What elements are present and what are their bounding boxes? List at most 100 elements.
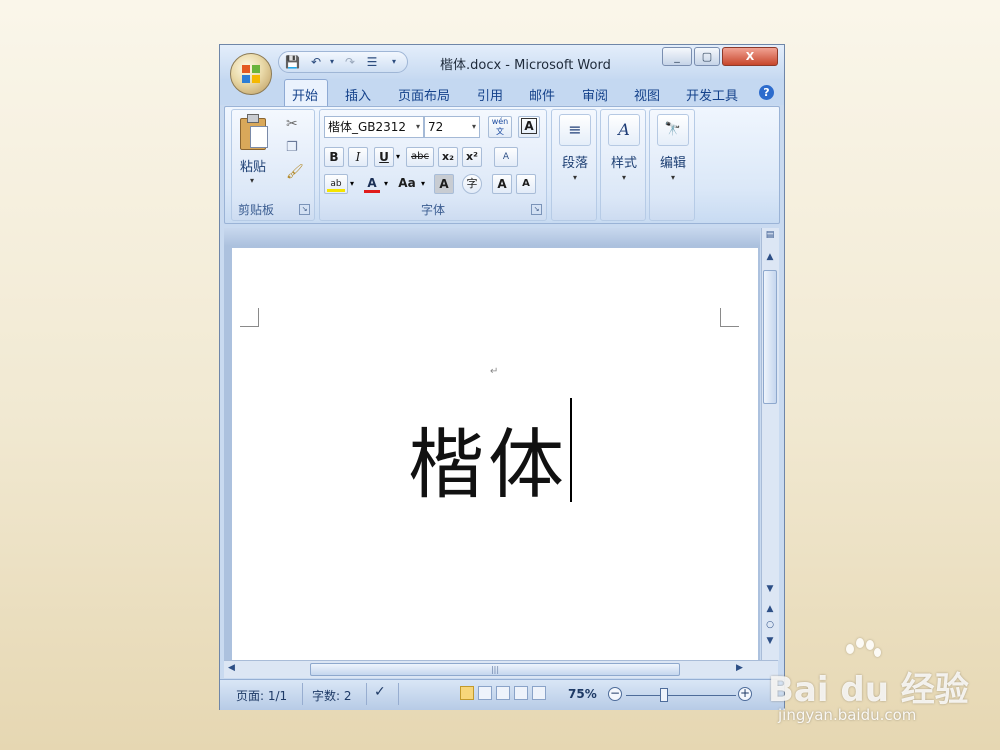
zoom-slider-track[interactable] bbox=[626, 695, 736, 696]
paragraph-label: 段落 bbox=[561, 156, 588, 171]
scroll-down-icon[interactable]: ▼ bbox=[764, 584, 776, 594]
font-size-dropdown-icon[interactable]: ▾ bbox=[472, 117, 476, 137]
tab-references[interactable]: 引用 bbox=[477, 85, 503, 104]
maximize-button[interactable]: ▢ bbox=[694, 47, 720, 66]
document-page[interactable]: ↵ 楷体 bbox=[232, 248, 758, 660]
vertical-scroll-thumb[interactable] bbox=[763, 270, 777, 404]
zoom-slider-thumb[interactable] bbox=[660, 688, 668, 702]
tab-home[interactable]: 开始 bbox=[292, 85, 318, 104]
horizontal-scroll-thumb[interactable]: ||| bbox=[310, 663, 680, 676]
scroll-left-icon[interactable]: ◀ bbox=[228, 663, 235, 673]
highlight-dropdown-icon[interactable]: ▾ bbox=[350, 179, 354, 188]
font-group: 楷体_GB2312 ▾ 72 ▾ wén 文 A B I U ▾ abc x₂ … bbox=[319, 109, 547, 221]
styles-dropdown-icon: ▾ bbox=[621, 173, 626, 182]
customize-qat-icon[interactable]: ▾ bbox=[387, 55, 401, 69]
format-painter-icon[interactable]: 🖌 bbox=[286, 164, 304, 180]
clipboard-launcher-icon[interactable]: ↘ bbox=[299, 204, 310, 215]
word-window: 💾 ↶ ▾ ↷ ☰ ▾ 楷体.docx - Microsoft Word _ ▢… bbox=[219, 44, 785, 710]
office-button[interactable] bbox=[230, 53, 272, 95]
bold-button[interactable]: B bbox=[324, 147, 344, 167]
font-name-combo[interactable]: 楷体_GB2312 ▾ bbox=[324, 116, 424, 138]
outline-view-icon[interactable] bbox=[514, 686, 528, 700]
tab-view[interactable]: 视图 bbox=[634, 85, 660, 104]
zoom-level[interactable]: 75% bbox=[568, 687, 597, 701]
draft-view-icon[interactable] bbox=[532, 686, 546, 700]
superscript-button[interactable]: x² bbox=[462, 147, 482, 167]
font-name-dropdown-icon[interactable]: ▾ bbox=[416, 117, 420, 137]
highlight-button[interactable]: ab bbox=[324, 174, 348, 194]
proofing-icon[interactable]: ✓ bbox=[374, 684, 386, 700]
undo-icon[interactable]: ↶ bbox=[309, 55, 323, 69]
full-screen-reading-view-icon[interactable] bbox=[478, 686, 492, 700]
paste-dropdown-icon[interactable]: ▾ bbox=[250, 176, 254, 185]
redo-icon: ↷ bbox=[344, 55, 356, 69]
document-body-text[interactable]: 楷体 bbox=[408, 403, 568, 513]
tab-insert[interactable]: 插入 bbox=[345, 85, 371, 104]
web-layout-view-icon[interactable] bbox=[496, 686, 510, 700]
editing-group[interactable]: 🔭 编辑 ▾ bbox=[649, 109, 695, 221]
ruler-strip bbox=[224, 228, 760, 246]
tab-mailings[interactable]: 邮件 bbox=[529, 85, 555, 104]
horizontal-scrollbar[interactable]: ◀ ||| ▶ bbox=[224, 660, 778, 678]
char-shading-button[interactable]: A bbox=[434, 174, 454, 194]
font-name-value: 楷体_GB2312 bbox=[328, 120, 407, 134]
font-color-dropdown-icon[interactable]: ▾ bbox=[384, 179, 388, 188]
cut-icon[interactable]: ✂ bbox=[286, 116, 298, 132]
underline-button[interactable]: U bbox=[374, 147, 394, 167]
strikethrough-button[interactable]: abc bbox=[406, 147, 434, 167]
status-bar: 页面: 1/1 字数: 2 ✓ 75% − + bbox=[220, 679, 784, 710]
editing-button[interactable]: 🔭 编辑 ▾ bbox=[654, 114, 692, 182]
editing-dropdown-icon: ▾ bbox=[670, 173, 675, 182]
select-browse-object-icon[interactable]: ○ bbox=[764, 620, 776, 630]
subscript-button[interactable]: x₂ bbox=[438, 147, 458, 167]
styles-button[interactable]: A 样式 ▾ bbox=[605, 114, 643, 182]
ruler-toggle-icon[interactable]: ▤ bbox=[764, 230, 776, 240]
minimize-button[interactable]: _ bbox=[662, 47, 692, 66]
paste-icon[interactable] bbox=[238, 114, 268, 150]
shrink-font-button[interactable]: A bbox=[516, 174, 536, 194]
office-logo-icon bbox=[242, 65, 260, 83]
help-icon[interactable]: ? bbox=[759, 85, 774, 100]
change-case-button[interactable]: Aa bbox=[394, 174, 420, 194]
change-case-dropdown-icon[interactable]: ▾ bbox=[421, 179, 425, 188]
undo-dropdown-icon[interactable]: ▾ bbox=[325, 55, 339, 69]
paste-button[interactable]: 粘贴 bbox=[240, 156, 266, 175]
styles-group[interactable]: A 样式 ▾ bbox=[600, 109, 646, 221]
tab-review[interactable]: 审阅 bbox=[582, 85, 608, 104]
copy-icon[interactable]: ❐ bbox=[286, 140, 298, 155]
page-indicator[interactable]: 页面: 1/1 bbox=[236, 687, 287, 704]
zoom-in-icon[interactable]: + bbox=[738, 687, 752, 701]
font-color-button[interactable]: A bbox=[362, 174, 382, 194]
char-border-button[interactable]: A bbox=[518, 116, 540, 138]
scroll-up-icon[interactable]: ▲ bbox=[764, 252, 776, 262]
watermark-url: jingyan.baidu.com bbox=[778, 706, 917, 724]
scroll-right-icon[interactable]: ▶ bbox=[736, 663, 743, 673]
word-count[interactable]: 字数: 2 bbox=[312, 687, 352, 704]
tab-page-layout[interactable]: 页面布局 bbox=[398, 85, 450, 104]
save-icon[interactable]: 💾 bbox=[285, 55, 300, 69]
ribbon: 粘贴 ▾ ✂ ❐ 🖌 剪贴板 ↘ 楷体_GB2312 ▾ 72 ▾ wén 文 … bbox=[224, 106, 780, 224]
styles-icon: A bbox=[608, 114, 640, 146]
enclose-chars-button[interactable]: 字 bbox=[462, 174, 482, 194]
vertical-scrollbar[interactable]: ▤ ▲ ▼ ▲ ○ ▼ bbox=[761, 228, 779, 660]
clipboard-group: 粘贴 ▾ ✂ ❐ 🖌 剪贴板 ↘ bbox=[231, 109, 315, 221]
close-button[interactable]: X bbox=[722, 47, 778, 66]
print-layout-view-icon[interactable] bbox=[460, 686, 474, 700]
font-launcher-icon[interactable]: ↘ bbox=[531, 204, 542, 215]
tab-developer[interactable]: 开发工具 bbox=[686, 85, 738, 104]
paragraph-group[interactable]: ≡ 段落 ▾ bbox=[551, 109, 597, 221]
phonetic-guide-button[interactable]: wén 文 bbox=[488, 116, 512, 138]
paragraph-button[interactable]: ≡ 段落 ▾ bbox=[556, 114, 594, 182]
font-size-combo[interactable]: 72 ▾ bbox=[424, 116, 480, 138]
previous-page-icon[interactable]: ▲ bbox=[764, 604, 776, 614]
font-size-value: 72 bbox=[428, 120, 444, 134]
text-cursor bbox=[570, 398, 572, 502]
italic-button[interactable]: I bbox=[348, 147, 368, 167]
paragraph-dropdown-icon: ▾ bbox=[572, 173, 577, 182]
numbering-icon[interactable]: ☰ bbox=[365, 55, 379, 69]
underline-dropdown-icon[interactable]: ▾ bbox=[396, 152, 400, 161]
editing-label: 编辑 bbox=[659, 156, 686, 171]
clear-formatting-button[interactable]: A bbox=[494, 147, 518, 167]
grow-font-button[interactable]: A bbox=[492, 174, 512, 194]
zoom-out-icon[interactable]: − bbox=[608, 687, 622, 701]
